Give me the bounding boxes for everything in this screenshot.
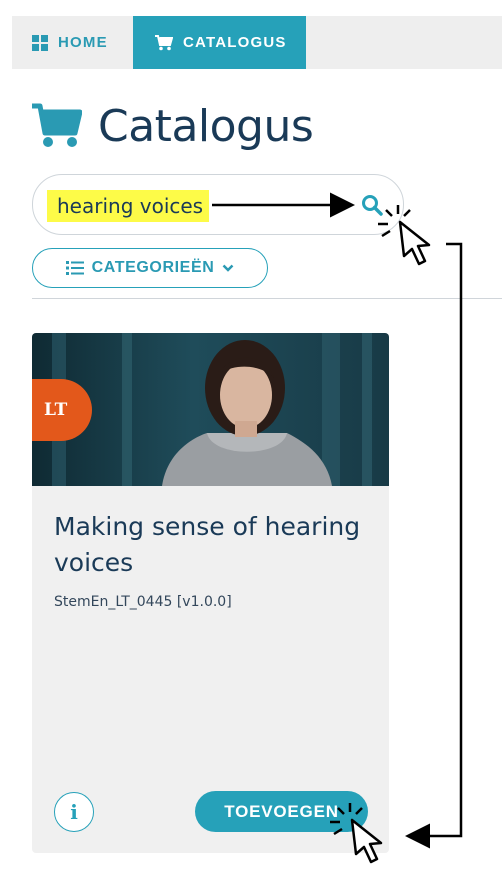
categories-button[interactable]: CATEGORIEËN: [32, 248, 268, 288]
divider: [32, 298, 502, 299]
search-icon: [362, 195, 383, 216]
cart-icon: [32, 103, 82, 147]
page-header: Catalogus: [32, 96, 314, 156]
course-code: StemEn_LT_0445 [v1.0.0]: [54, 594, 232, 610]
tab-home-label: HOME: [58, 34, 108, 51]
add-button[interactable]: TOEVOEGEN: [195, 791, 368, 832]
search-input[interactable]: [47, 190, 209, 222]
search-box: [32, 174, 404, 235]
arrow-icon: [405, 242, 463, 849]
page-title: Catalogus: [98, 100, 314, 152]
tab-home[interactable]: HOME: [12, 16, 133, 69]
add-button-label: TOEVOEGEN: [224, 801, 339, 821]
lt-badge: LT: [32, 379, 92, 441]
tab-catalogus[interactable]: CATALOGUS: [133, 16, 306, 69]
top-navigation: HOME CATALOGUS: [12, 16, 502, 69]
course-title[interactable]: Making sense of hearing voices: [54, 509, 374, 581]
cart-icon: [155, 34, 173, 50]
search-button[interactable]: [359, 192, 385, 218]
course-image: LT: [32, 333, 389, 486]
info-button[interactable]: i: [54, 792, 94, 832]
course-card: LT Making sense of hearing voices StemEn…: [32, 333, 389, 853]
chevron-down-icon: [222, 264, 234, 272]
tab-catalogus-label: CATALOGUS: [183, 34, 287, 51]
list-icon: [65, 261, 84, 275]
categories-label: CATEGORIEËN: [91, 259, 215, 276]
info-icon: i: [70, 800, 78, 824]
grid-icon: [32, 34, 48, 51]
